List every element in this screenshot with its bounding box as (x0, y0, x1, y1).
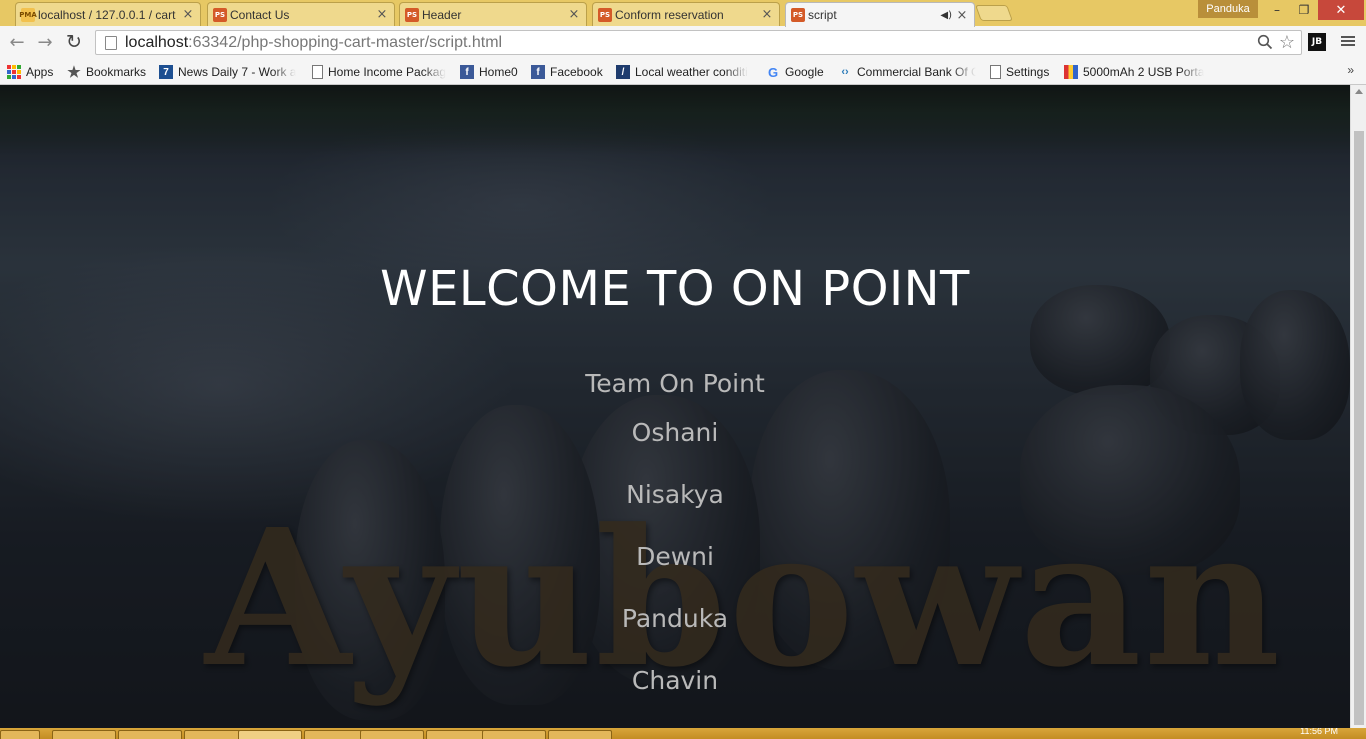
bookmark-label: Apps (26, 65, 54, 79)
bookmark-bookmarks[interactable]: ★ Bookmarks (67, 63, 146, 81)
page-icon (312, 65, 323, 79)
tab-phpmyadmin[interactable]: PMA localhost / 127.0.0.1 / cart × (15, 2, 201, 26)
close-icon[interactable]: × (376, 7, 388, 22)
bookmark-google[interactable]: G Google (766, 63, 824, 81)
os-taskbar: 11:56 PM (0, 728, 1366, 739)
tab-header[interactable]: PS Header × (399, 2, 587, 26)
weather-icon: / (616, 65, 630, 79)
back-arrow-icon[interactable]: ← (7, 32, 27, 53)
phpstorm-icon: PS (598, 8, 612, 22)
tab-script[interactable]: PS script ◀) × (785, 2, 975, 27)
taskbar-item-chrome[interactable] (238, 730, 302, 739)
tab-contact-us[interactable]: PS Contact Us × (207, 2, 395, 26)
star-icon: ★ (67, 64, 81, 81)
team-member: Chavin (631, 666, 719, 695)
tab-title: Header (422, 7, 462, 22)
chrome-menu-icon[interactable] (1340, 34, 1356, 50)
usb-icon (1064, 65, 1078, 79)
magnifier-icon[interactable] (1257, 34, 1273, 50)
scroll-up-arrow-icon[interactable] (1355, 89, 1363, 94)
team-member: Nisakya (626, 480, 724, 509)
bookmark-label: Home0 (479, 65, 518, 79)
bookmark-usb-porta[interactable]: 5000mAh 2 USB Porta (1064, 63, 1204, 81)
bookmark-label: Home Income Packag (328, 65, 447, 79)
phpstorm-icon: PS (791, 8, 805, 22)
bookmark-apps[interactable]: Apps (7, 63, 53, 81)
bookmark-settings[interactable]: Settings (990, 63, 1049, 81)
restore-icon[interactable]: ❐ (1291, 0, 1317, 20)
reload-icon[interactable]: ↻ (64, 31, 84, 53)
url-host: localhost (125, 33, 189, 51)
close-icon[interactable]: × (182, 7, 194, 22)
jetbrains-extension-icon[interactable]: JB (1308, 33, 1326, 51)
bookmark-label: Bookmarks (86, 65, 147, 79)
phpstorm-icon: PS (213, 8, 227, 22)
bookmarks-bar: Apps ★ Bookmarks 7 News Daily 7 - Work a… (0, 59, 1366, 85)
forward-arrow-icon[interactable]: → (35, 32, 55, 53)
profile-badge[interactable]: Panduka (1198, 0, 1258, 18)
taskbar-item[interactable] (482, 730, 546, 739)
window-close-icon[interactable]: ✕ (1318, 0, 1364, 20)
bookmarks-overflow-button[interactable]: » (1347, 63, 1354, 77)
taskbar-item[interactable] (118, 730, 182, 739)
tab-strip: PMA localhost / 127.0.0.1 / cart × PS Co… (0, 0, 1366, 27)
team-member: Panduka (621, 604, 729, 633)
speaker-icon: ◀) (940, 9, 952, 21)
bookmark-home-income[interactable]: Home Income Packag (312, 63, 447, 81)
phpmyadmin-icon: PMA (19, 8, 37, 22)
bookmark-label: Facebook (550, 65, 603, 79)
taskbar-item[interactable] (360, 730, 424, 739)
tab-title: localhost / 127.0.0.1 / cart (38, 7, 176, 22)
tab-title: script (808, 8, 837, 22)
page-title: WELCOME TO ON POINT (380, 261, 970, 317)
bookmark-label: News Daily 7 - Work a (178, 65, 297, 79)
bookmark-facebook[interactable]: f Facebook (531, 63, 603, 81)
google-icon: G (767, 64, 779, 80)
page-icon (105, 35, 117, 50)
bookmark-label: Local weather conditi (635, 65, 748, 79)
bookmark-news-daily[interactable]: 7 News Daily 7 - Work a (159, 63, 299, 81)
bookmark-local-weather[interactable]: / Local weather conditi (616, 63, 756, 81)
cbc-icon: ‹› (841, 66, 849, 78)
facebook-icon: f (531, 65, 545, 79)
bookmark-label: Google (785, 65, 824, 79)
bookmark-home0[interactable]: f Home0 (460, 63, 518, 81)
close-icon[interactable]: × (761, 7, 773, 22)
team-member: Dewni (636, 542, 714, 571)
taskbar-item[interactable] (548, 730, 612, 739)
team-heading: Team On Point (585, 369, 765, 398)
bookmark-label: 5000mAh 2 USB Porta (1083, 65, 1204, 79)
close-icon[interactable]: × (568, 7, 580, 22)
close-icon[interactable]: × (956, 8, 968, 23)
bookmark-label: Commercial Bank Of C (857, 65, 976, 79)
browser-toolbar: ← → ↻ localhost:63342/php-shopping-cart-… (0, 26, 1366, 59)
bookmark-star-icon[interactable]: ☆ (1279, 32, 1295, 53)
address-bar[interactable]: localhost:63342/php-shopping-cart-master… (95, 30, 1302, 55)
tab-title: Contact Us (230, 7, 290, 22)
page-viewport: Ayubowan WELCOME TO ON POINT Team On Poi… (0, 85, 1350, 728)
phpstorm-icon: PS (405, 8, 419, 22)
new-tab-button[interactable] (975, 5, 1013, 21)
bookmark-label: Settings (1006, 65, 1050, 79)
tab-conform-reservation[interactable]: PS Conform reservation × (592, 2, 780, 26)
taskbar-item[interactable] (304, 730, 368, 739)
page-icon (990, 65, 1001, 79)
minimize-icon[interactable]: – (1264, 0, 1290, 20)
taskbar-item[interactable] (426, 730, 490, 739)
url-path: :63342/php-shopping-cart-master/script.h… (188, 33, 503, 51)
scroll-thumb[interactable] (1354, 131, 1364, 725)
taskbar-item[interactable] (52, 730, 116, 739)
team-member: Oshani (631, 418, 719, 447)
tab-title: Conform reservation (615, 7, 724, 22)
start-button[interactable] (0, 730, 40, 739)
apps-grid-icon (7, 65, 21, 79)
taskbar-clock[interactable]: 11:56 PM (1300, 728, 1338, 736)
news7-icon: 7 (159, 65, 173, 79)
facebook-icon: f (460, 65, 474, 79)
page-scrollbar[interactable] (1350, 85, 1366, 728)
bookmark-commercial-bank[interactable]: ‹› Commercial Bank Of C (838, 63, 976, 81)
